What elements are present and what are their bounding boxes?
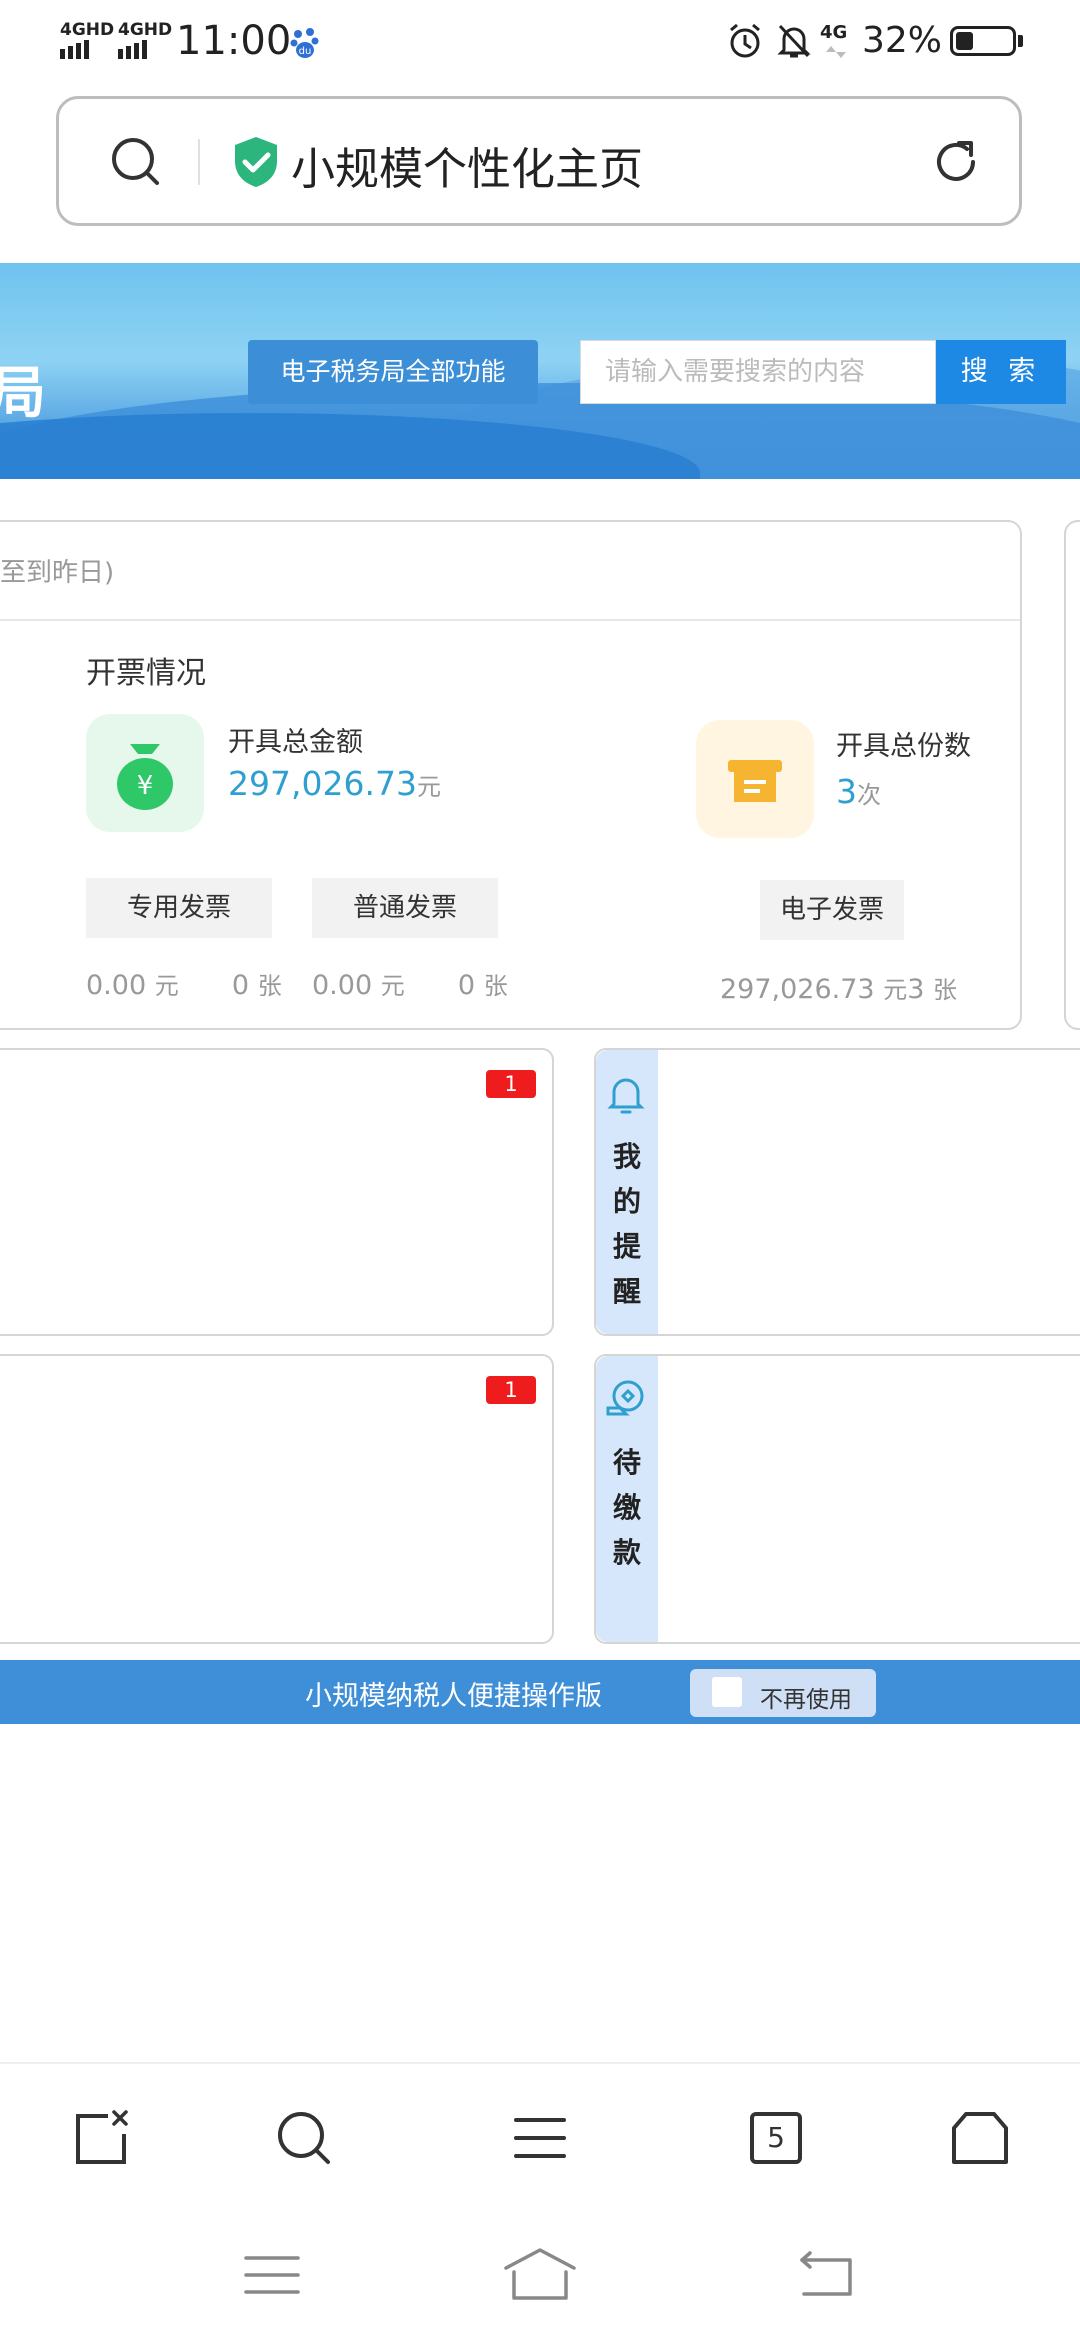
reminder-vertical-label: 我 的 提 醒 (596, 1134, 658, 1314)
close-tab-icon[interactable] (72, 2108, 132, 2168)
svg-text:¥: ¥ (137, 771, 154, 801)
signal-1: 4GHD (60, 22, 114, 59)
svg-text:du: du (299, 46, 312, 57)
notification-badge: 1 (486, 1376, 536, 1404)
alarm-icon (730, 23, 760, 58)
search-icon[interactable] (109, 135, 163, 189)
baidu-paw-icon: du (290, 28, 319, 58)
total-count: 3次 (836, 772, 881, 811)
total-amount-label: 开具总金额 (228, 727, 363, 758)
payment-char: 待 (612, 1446, 641, 1479)
payment-vertical-label: 待 缴 款 (596, 1440, 658, 1575)
status-bar: 4GHD 4GHD 11:00 du 4G 32% (0, 0, 1080, 86)
next-card-edge (1064, 520, 1080, 1030)
special-invoice-stats: 0.00 元 0 张 (86, 966, 282, 1001)
system-home-icon[interactable] (500, 2244, 580, 2304)
left-tile-1[interactable] (0, 1048, 554, 1336)
signal-2: 4GHD (118, 22, 172, 59)
data-arrows-icon (826, 46, 846, 58)
bottom-nav-divider (0, 2062, 1080, 2064)
simplified-version-title: 小规模纳税人便捷操作版 (305, 1681, 602, 1712)
money-bag-icon: ¥ (86, 714, 204, 832)
battery-fill (956, 32, 973, 50)
normal-invoice-stats: 0.00 元 0 张 (312, 966, 508, 1001)
system-menu-icon[interactable] (242, 2250, 302, 2300)
divider (0, 619, 1020, 621)
clock: 11:00 (176, 18, 292, 64)
tab-normal-invoice[interactable]: 普通发票 (312, 878, 498, 938)
signal-bars-icon (118, 40, 172, 59)
tab-electronic-invoice[interactable]: 电子发票 (760, 880, 904, 940)
no-longer-use-label: 不再使用 (760, 1687, 852, 1713)
no-longer-use-checkbox[interactable] (712, 1677, 742, 1707)
total-amount: 297,026.73元 (228, 764, 441, 803)
stat-amount: 0.00 (86, 970, 147, 1001)
total-count-unit: 次 (857, 781, 881, 809)
separator (198, 139, 200, 185)
total-count-label: 开具总份数 (836, 731, 971, 762)
signal-2-label: 4GHD (118, 20, 173, 40)
battery-percent: 32% (862, 20, 943, 61)
section-title: 开票情况 (86, 656, 206, 691)
mute-bell-icon (777, 24, 811, 58)
total-amount-unit: 元 (416, 773, 441, 801)
stat-amount-unit: 元 (380, 972, 405, 1000)
menu-icon[interactable] (510, 2108, 570, 2168)
reminder-char: 提 (612, 1230, 641, 1263)
stat-amount: 0.00 (312, 970, 373, 1001)
signal-bars-icon (60, 40, 114, 59)
system-back-icon[interactable] (796, 2250, 856, 2300)
total-count-value: 3 (836, 772, 857, 811)
signal-1-label: 4GHD (60, 20, 115, 40)
tabs-icon[interactable]: 5 (750, 2112, 802, 2164)
payment-char: 缴 (612, 1491, 641, 1524)
stat-count-unit: 张 (483, 972, 508, 1000)
stat-count: 0 (457, 970, 476, 1001)
search-input[interactable]: 请输入需要搜索的内容 (580, 340, 936, 404)
secure-shield-icon (235, 137, 277, 187)
all-functions-button[interactable]: 电子税务局全部功能 (248, 340, 538, 404)
refresh-icon[interactable] (929, 135, 983, 189)
search-button[interactable]: 搜 索 (936, 340, 1066, 404)
bell-icon (607, 1078, 645, 1114)
payment-coin-icon (606, 1380, 644, 1416)
payment-tile[interactable] (594, 1354, 1080, 1644)
banner-edge-text: 局 (0, 361, 46, 426)
page-title: 小规模个性化主页 (291, 144, 643, 195)
left-tile-2[interactable] (0, 1354, 554, 1644)
address-bar[interactable]: 小规模个性化主页 (56, 96, 1022, 226)
battery-icon (950, 26, 1016, 56)
notification-badge: 1 (486, 1070, 536, 1098)
stat-count: 3 (907, 974, 925, 1005)
network-type: 4G (820, 22, 848, 43)
stat-amount-unit: 元 (154, 972, 179, 1000)
stat-amount-unit: 元 (883, 976, 908, 1004)
search-icon[interactable] (274, 2108, 334, 2168)
stat-amount: 297,026.73 (720, 974, 875, 1005)
battery-tip (1018, 35, 1023, 47)
total-amount-value: 297,026.73 (228, 764, 417, 803)
reminder-char: 我 (612, 1140, 641, 1173)
card-header: 至到昨日) (0, 558, 115, 588)
tab-count: 5 (767, 2121, 785, 2154)
stat-count-unit: 张 (932, 976, 957, 1004)
reminder-char: 的 (612, 1185, 641, 1218)
stat-count-unit: 张 (257, 972, 282, 1000)
reminder-char: 醒 (612, 1275, 641, 1308)
payment-char: 款 (612, 1536, 641, 1569)
stat-count: 0 (231, 970, 250, 1001)
invoice-printer-icon (696, 720, 814, 838)
reminder-tile[interactable] (594, 1048, 1080, 1336)
electronic-invoice-stats: 297,026.73 元3 张 (720, 970, 957, 1005)
tab-special-invoice[interactable]: 专用发票 (86, 878, 272, 938)
home-icon[interactable] (950, 2108, 1010, 2168)
